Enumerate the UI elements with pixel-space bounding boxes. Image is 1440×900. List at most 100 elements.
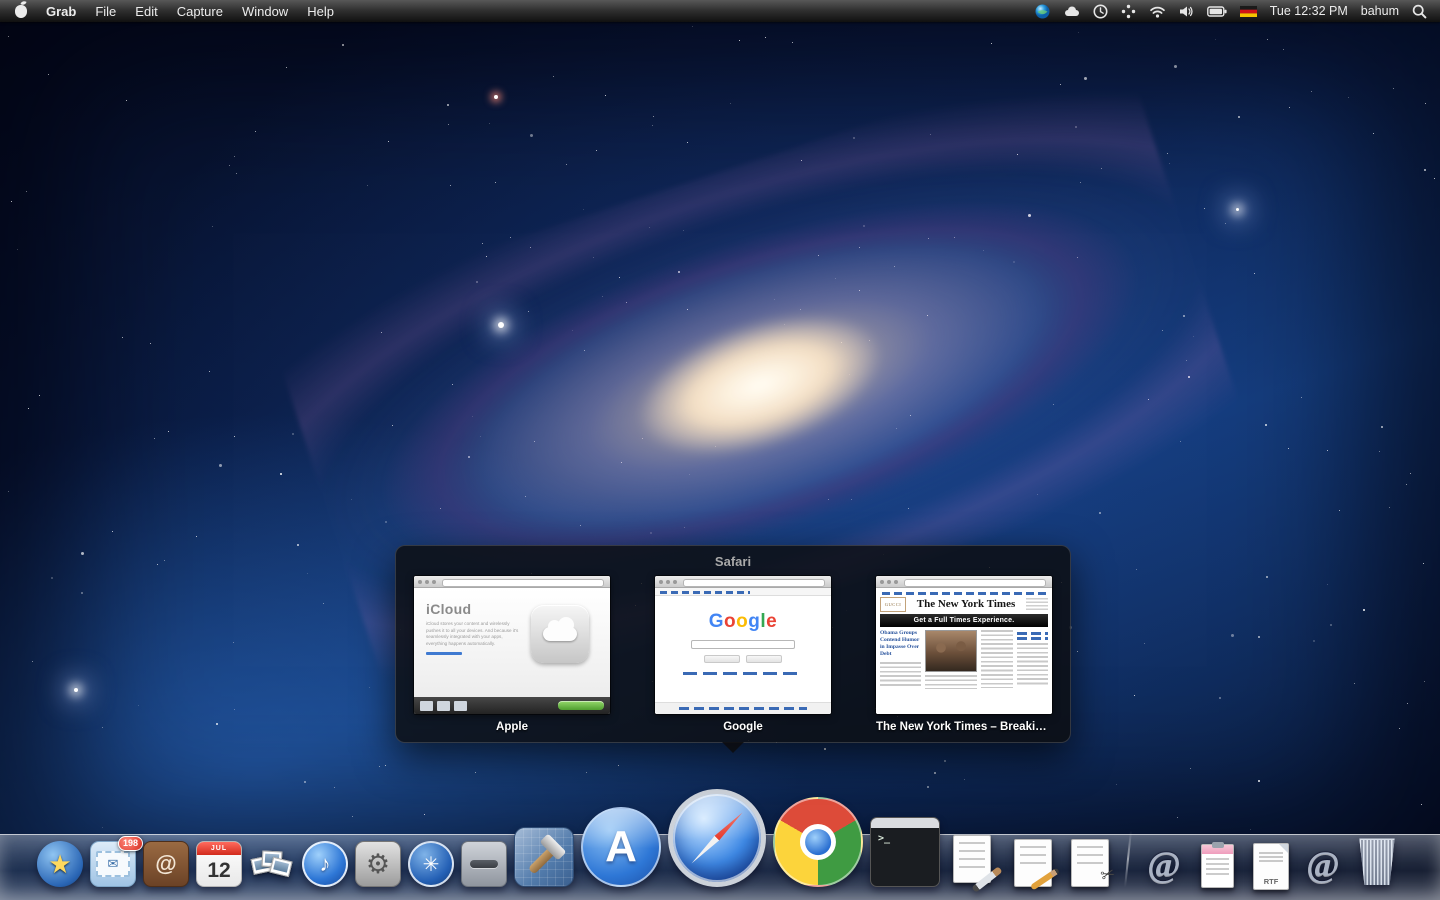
desktop: Grab File Edit Capture Window Help Tue 1… xyxy=(0,0,1440,900)
active-app-menu[interactable]: Grab xyxy=(46,4,76,19)
nyt-masthead-side xyxy=(1026,598,1048,610)
bright-star xyxy=(1236,208,1239,211)
dock-item-scissors-document[interactable]: ✂ xyxy=(1065,837,1115,887)
nyt-masthead: The New York Times xyxy=(910,598,1022,610)
nyt-banner: Get a Full Times Experience. xyxy=(880,614,1048,627)
at-icon: @ xyxy=(155,851,176,877)
google-search-box xyxy=(691,640,795,649)
bright-star xyxy=(494,95,498,99)
dock-item-xcode[interactable] xyxy=(514,827,574,887)
calendar-month: JUL xyxy=(197,842,241,855)
dock-item-downloads[interactable] xyxy=(461,841,507,887)
cloud-icon[interactable] xyxy=(1063,5,1080,17)
volume-icon[interactable] xyxy=(1179,5,1194,18)
nytimes-window-thumbnail[interactable]: GUCCI The New York Times Get a Full Time… xyxy=(876,576,1052,714)
calendar-day: 12 xyxy=(197,855,241,886)
google-footer xyxy=(655,702,831,714)
app-orb-icon[interactable] xyxy=(1035,4,1050,19)
google-buttons xyxy=(655,655,831,663)
icloud-heading: iCloud xyxy=(426,601,523,617)
dock-item-safari[interactable] xyxy=(668,789,766,887)
expose-window-google[interactable]: Google Google xyxy=(655,576,831,733)
nyt-nav-links xyxy=(882,592,1046,595)
browser-chrome xyxy=(876,576,1052,588)
menu-capture[interactable]: Capture xyxy=(177,4,223,19)
icloud-body-text: iCloud stores your content and wirelessl… xyxy=(426,621,523,648)
textedit-icon xyxy=(947,833,1001,887)
nyt-photo xyxy=(925,630,977,672)
dock-item-stack-at-2[interactable]: @ xyxy=(1300,841,1346,887)
google-logo: Google xyxy=(655,611,831,633)
battery-icon[interactable] xyxy=(1207,6,1227,17)
dock-item-textedit[interactable] xyxy=(947,833,1001,887)
dock: ★ ✉ 198 @ JUL 12 ♪ ⚙ ✳ >_ ✂ @ RTF @ xyxy=(0,789,1440,887)
rtf-document-icon: RTF xyxy=(1247,841,1293,887)
expose-arrow xyxy=(722,742,744,753)
universal-access-icon: ✳ xyxy=(423,852,440,877)
clipboard-icon xyxy=(1194,841,1240,887)
dock-item-mail[interactable]: ✉ 198 xyxy=(90,841,136,887)
dock-item-clipboard[interactable] xyxy=(1194,841,1240,887)
mail-unread-badge: 198 xyxy=(118,836,143,851)
nyt-sidebar-links xyxy=(1017,632,1048,635)
expose-window-nytimes[interactable]: GUCCI The New York Times Get a Full Time… xyxy=(876,576,1052,733)
dock-item-app-store[interactable]: A xyxy=(581,807,661,887)
nyt-headline: Obama Groups Contend Humor in Impasse Ov… xyxy=(880,630,921,659)
chrome-icon xyxy=(773,797,863,887)
dock-item-star-app[interactable]: ★ xyxy=(37,841,83,887)
apple-menu-icon[interactable] xyxy=(15,5,27,18)
terminal-prompt: >_ xyxy=(878,833,890,844)
wifi-icon[interactable] xyxy=(1149,5,1166,18)
green-button xyxy=(558,701,604,710)
spotlight-icon[interactable] xyxy=(1412,4,1427,19)
music-note-icon: ♪ xyxy=(320,851,331,877)
menu-bar: Grab File Edit Capture Window Help Tue 1… xyxy=(0,0,1440,22)
photos-icon xyxy=(249,841,295,887)
menu-user[interactable]: bahum xyxy=(1361,4,1399,18)
wallpaper xyxy=(0,0,1440,900)
gear-icon: ⚙ xyxy=(366,849,390,880)
dock-separator xyxy=(1124,831,1132,887)
menu-clock[interactable]: Tue 12:32 PM xyxy=(1270,4,1348,18)
menu-help[interactable]: Help xyxy=(307,4,334,19)
dock-item-chrome[interactable] xyxy=(773,797,863,887)
rtf-label: RTF xyxy=(1254,877,1288,886)
dock-item-pencil-document[interactable] xyxy=(1008,837,1058,887)
dock-item-photo-booth[interactable] xyxy=(249,841,295,887)
dock-item-trash[interactable] xyxy=(1353,837,1403,887)
dock-item-ical[interactable]: JUL 12 xyxy=(196,841,242,887)
apple-window-thumbnail[interactable]: iCloud iCloud stores your content and wi… xyxy=(414,576,610,714)
at-stamp-icon: @ xyxy=(1147,843,1181,885)
menu-edit[interactable]: Edit xyxy=(135,4,157,19)
time-machine-clock-icon[interactable] xyxy=(1093,4,1108,19)
dock-item-address-book[interactable]: @ xyxy=(143,841,189,887)
expose-app-title: Safari xyxy=(396,546,1070,569)
dock-item-universal-access[interactable]: ✳ xyxy=(408,841,454,887)
star-icon: ★ xyxy=(48,849,71,880)
google-nav-bar xyxy=(655,588,831,596)
expose-window-label: The New York Times – Breaking N… xyxy=(876,721,1052,733)
nyt-sidebar-text xyxy=(1017,643,1048,687)
safari-compass-icon xyxy=(668,789,766,887)
spaces-icon[interactable] xyxy=(1121,4,1136,19)
scissors-document-icon: ✂ xyxy=(1065,837,1115,887)
keyboard-german-flag-icon[interactable] xyxy=(1240,6,1257,17)
menu-window[interactable]: Window xyxy=(242,4,288,19)
hammer-icon xyxy=(514,827,574,887)
dock-item-rtf-document[interactable]: RTF xyxy=(1247,841,1293,887)
dock-item-stack-at-1[interactable]: @ xyxy=(1141,841,1187,887)
nyt-column-text xyxy=(981,630,1014,688)
nyt-article-text xyxy=(880,662,921,688)
expose-window-apple[interactable]: iCloud iCloud stores your content and wi… xyxy=(414,576,610,733)
terminal-icon: >_ xyxy=(870,817,940,887)
mail-stamp-icon: ✉ xyxy=(96,851,130,877)
google-links-row xyxy=(683,672,803,675)
dock-item-itunes[interactable]: ♪ xyxy=(302,841,348,887)
dock-item-system-preferences[interactable]: ⚙ xyxy=(355,841,401,887)
nyt-caption-text xyxy=(925,675,977,689)
dock-item-terminal[interactable]: >_ xyxy=(870,817,940,887)
trash-icon xyxy=(1353,837,1403,887)
browser-chrome xyxy=(414,576,610,588)
menu-file[interactable]: File xyxy=(95,4,116,19)
google-window-thumbnail[interactable]: Google xyxy=(655,576,831,714)
